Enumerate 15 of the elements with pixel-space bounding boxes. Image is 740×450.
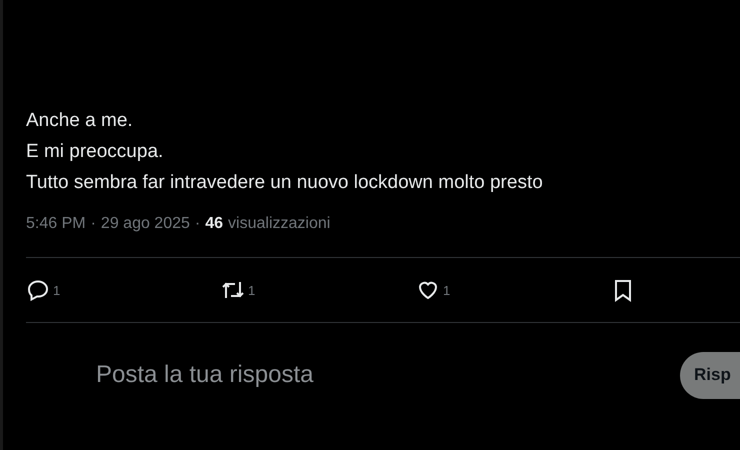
action-count: 1 xyxy=(443,282,450,298)
separator-dot: · xyxy=(90,215,96,233)
post-text-line: Tutto sembra far intravedere un nuovo lockdown molto presto xyxy=(26,171,544,195)
post-time[interactable]: 5:46 PM xyxy=(26,215,86,233)
action-count: 1 xyxy=(248,282,256,298)
post-text-line: E mi preoccupa. xyxy=(26,140,164,164)
views-label: visualizzazioni xyxy=(228,215,330,233)
reply-button[interactable]: Risp xyxy=(680,352,740,398)
reply-icon[interactable] xyxy=(26,278,50,302)
post-date[interactable]: 29 ago 2025 xyxy=(100,215,190,233)
post-text-line: Anche a me. xyxy=(26,109,134,133)
separator-dot: · xyxy=(194,215,200,233)
action-count: 1 xyxy=(53,282,60,298)
views-count: 46 xyxy=(205,215,224,233)
reply-input[interactable]: Posta la tua risposta xyxy=(96,361,680,389)
